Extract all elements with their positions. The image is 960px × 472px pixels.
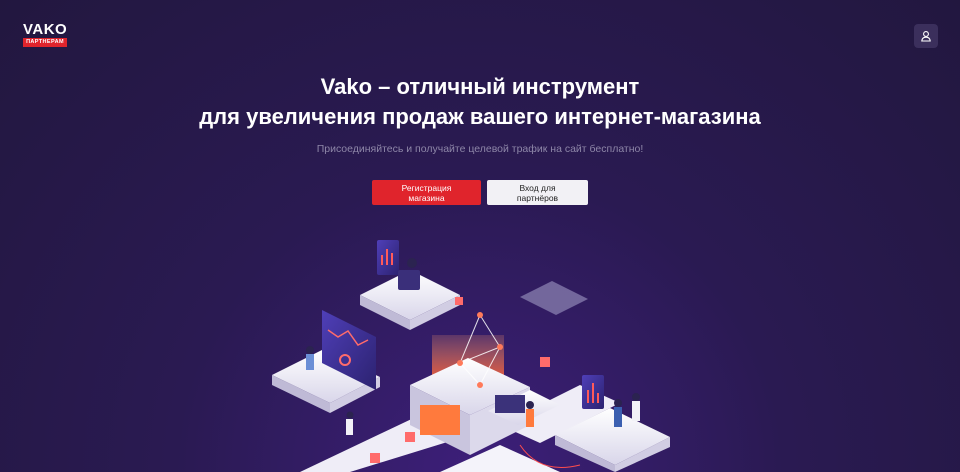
brand-logo[interactable]: VAKO ПАРТНЕРАМ <box>23 22 67 47</box>
partner-login-button[interactable]: Вход для партнёров <box>487 180 588 205</box>
central-hub <box>410 312 530 455</box>
floating-tile <box>520 281 588 315</box>
hero-actions: Регистрация магазина Вход для партнёров <box>0 180 960 205</box>
hero-title-line2: для увеличения продаж вашего интернет-ма… <box>199 104 761 129</box>
platform-left <box>272 310 380 413</box>
hero-illustration <box>272 240 670 472</box>
user-icon <box>921 31 931 42</box>
brand-name: VAKO <box>23 21 68 38</box>
register-store-button[interactable]: Регистрация магазина <box>372 180 481 205</box>
hero-title: Vako – отличный инструмент для увеличени… <box>0 72 960 132</box>
account-button[interactable] <box>914 24 938 48</box>
platform-top <box>360 240 460 330</box>
hero-subtitle: Присоединяйтесь и получайте целевой траф… <box>316 143 644 155</box>
brand-tagline: ПАРТНЕРАМ <box>23 38 67 47</box>
hero-title-line1: Vako – отличный инструмент <box>320 74 640 99</box>
